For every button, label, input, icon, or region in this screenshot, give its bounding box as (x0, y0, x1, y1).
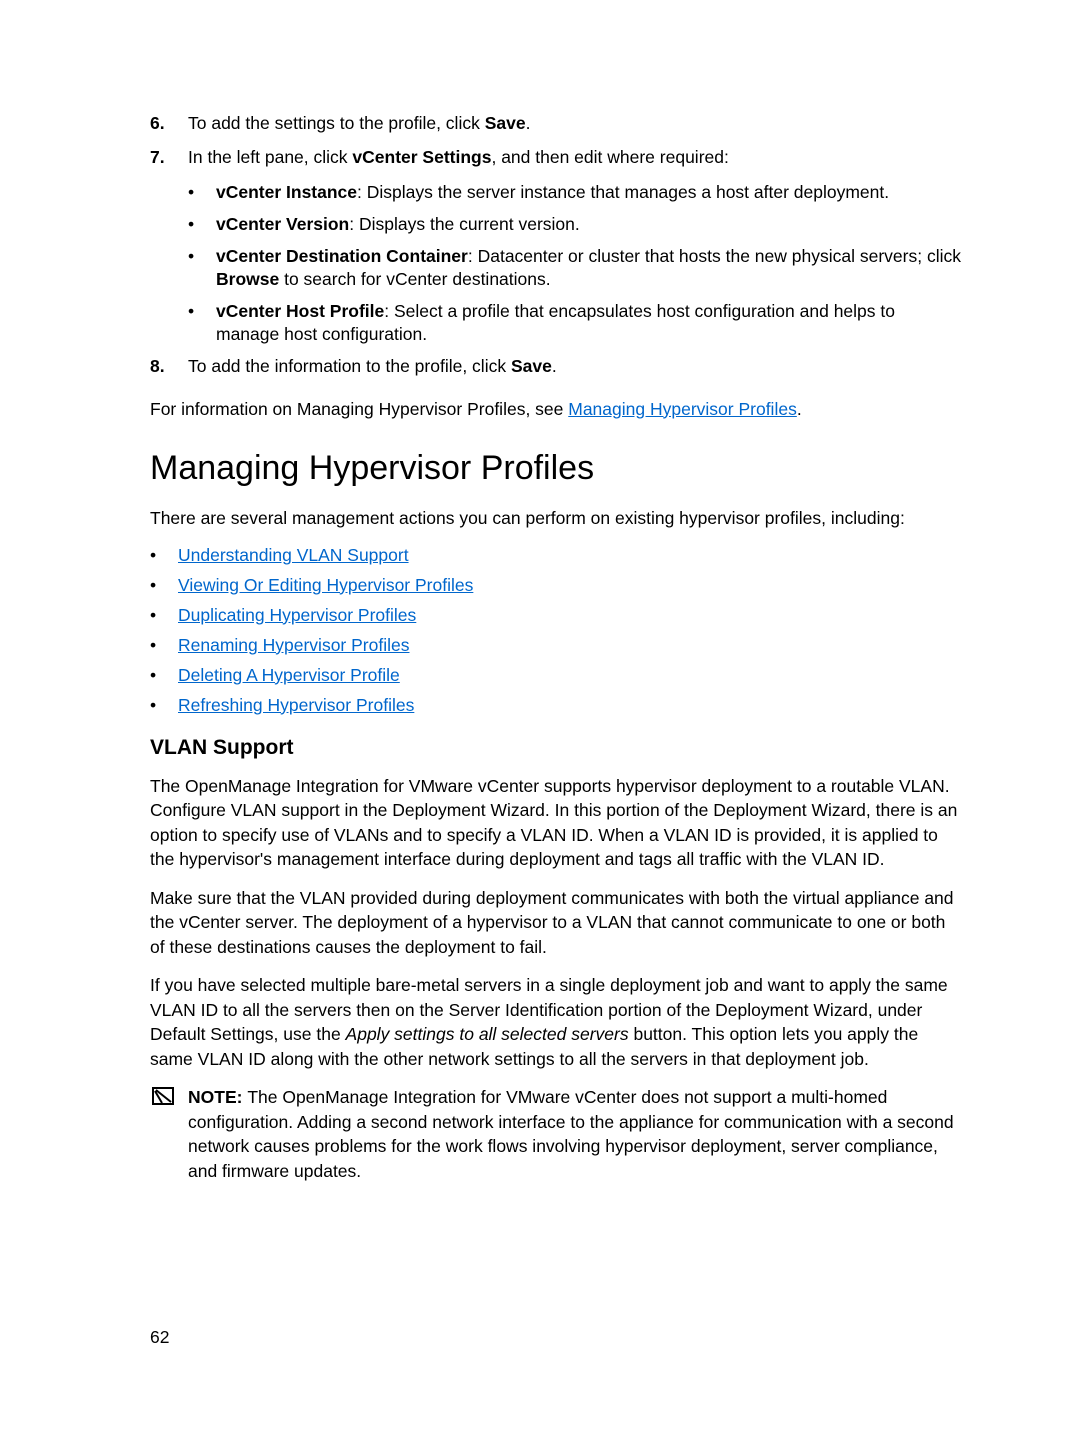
text: To add the information to the profile, c… (188, 356, 511, 376)
text: : Displays the server instance that mana… (357, 182, 889, 202)
text: . (797, 399, 802, 419)
list-item: •Duplicating Hypervisor Profiles (150, 605, 962, 626)
vlan-paragraph-3: If you have selected multiple bare-metal… (150, 973, 962, 1071)
page: 6. To add the settings to the profile, c… (0, 0, 1080, 1434)
note-body: The OpenManage Integration for VMware vC… (188, 1087, 954, 1181)
note-block: NOTE: The OpenManage Integration for VMw… (150, 1085, 962, 1183)
italic-text: Apply settings to all selected servers (346, 1024, 629, 1044)
page-number: 62 (150, 1327, 169, 1348)
step-number: 7. (150, 146, 188, 170)
heading-vlan-support: VLAN Support (150, 736, 962, 760)
step-text: To add the information to the profile, c… (188, 355, 962, 379)
link-deleting-hypervisor-profile[interactable]: Deleting A Hypervisor Profile (178, 665, 400, 686)
list-item: •Refreshing Hypervisor Profiles (150, 695, 962, 716)
label: vCenter Host Profile (216, 301, 384, 321)
sub-text: vCenter Instance: Displays the server in… (216, 181, 962, 205)
sub-item: • vCenter Host Profile: Select a profile… (188, 300, 962, 347)
text: : Displays the current version. (349, 214, 580, 234)
bullet-icon: • (150, 575, 178, 596)
list-item: •Viewing Or Editing Hypervisor Profiles (150, 575, 962, 596)
step-8: 8. To add the information to the profile… (150, 355, 962, 379)
intro-paragraph: There are several management actions you… (150, 506, 962, 531)
sub-item: • vCenter Instance: Displays the server … (188, 181, 962, 205)
bullet-icon: • (188, 245, 216, 292)
step-text: To add the settings to the profile, clic… (188, 112, 962, 136)
note-text: NOTE: The OpenManage Integration for VMw… (188, 1085, 962, 1183)
bullet-icon: • (188, 300, 216, 347)
text: . (552, 356, 557, 376)
bold-text: Save (511, 356, 552, 376)
sub-text: vCenter Host Profile: Select a profile t… (216, 300, 962, 347)
link-viewing-editing-hypervisor-profiles[interactable]: Viewing Or Editing Hypervisor Profiles (178, 575, 473, 596)
step-number: 8. (150, 355, 188, 379)
link-renaming-hypervisor-profiles[interactable]: Renaming Hypervisor Profiles (178, 635, 409, 656)
label: vCenter Instance (216, 182, 357, 202)
heading-managing-hypervisor-profiles: Managing Hypervisor Profiles (150, 449, 962, 488)
bold-text: vCenter Settings (352, 147, 491, 167)
note-label: NOTE: (188, 1087, 247, 1107)
bold-text: Browse (216, 269, 279, 289)
step-number: 6. (150, 112, 188, 136)
list-item: •Understanding VLAN Support (150, 545, 962, 566)
step-7-sublist: • vCenter Instance: Displays the server … (188, 181, 962, 347)
bullet-icon: • (150, 545, 178, 566)
sub-item: • vCenter Destination Container: Datacen… (188, 245, 962, 292)
bullet-icon: • (150, 665, 178, 686)
text: : Datacenter or cluster that hosts the n… (468, 246, 961, 266)
step-6: 6. To add the settings to the profile, c… (150, 112, 962, 136)
list-item: •Renaming Hypervisor Profiles (150, 635, 962, 656)
vlan-paragraph-2: Make sure that the VLAN provided during … (150, 886, 962, 960)
bullet-icon: • (188, 181, 216, 205)
note-icon (150, 1085, 188, 1183)
bold-text: Save (485, 113, 526, 133)
link-list: •Understanding VLAN Support •Viewing Or … (150, 545, 962, 716)
sub-item: • vCenter Version: Displays the current … (188, 213, 962, 237)
text: In the left pane, click (188, 147, 352, 167)
text: For information on Managing Hypervisor P… (150, 399, 568, 419)
bullet-icon: • (150, 635, 178, 656)
bullet-icon: • (150, 605, 178, 626)
label: vCenter Version (216, 214, 349, 234)
link-duplicating-hypervisor-profiles[interactable]: Duplicating Hypervisor Profiles (178, 605, 416, 626)
text: , and then edit where required: (491, 147, 728, 167)
bullet-icon: • (188, 213, 216, 237)
link-refreshing-hypervisor-profiles[interactable]: Refreshing Hypervisor Profiles (178, 695, 414, 716)
link-understanding-vlan-support[interactable]: Understanding VLAN Support (178, 545, 409, 566)
bullet-icon: • (150, 695, 178, 716)
text: To add the settings to the profile, clic… (188, 113, 485, 133)
text: . (526, 113, 531, 133)
list-item: •Deleting A Hypervisor Profile (150, 665, 962, 686)
label: vCenter Destination Container (216, 246, 468, 266)
link-managing-hypervisor-profiles[interactable]: Managing Hypervisor Profiles (568, 399, 797, 419)
sub-text: vCenter Destination Container: Datacente… (216, 245, 962, 292)
sub-text: vCenter Version: Displays the current ve… (216, 213, 962, 237)
step-7: 7. In the left pane, click vCenter Setti… (150, 146, 962, 170)
see-also-line: For information on Managing Hypervisor P… (150, 397, 962, 422)
text: to search for vCenter destinations. (279, 269, 550, 289)
step-text: In the left pane, click vCenter Settings… (188, 146, 962, 170)
vlan-paragraph-1: The OpenManage Integration for VMware vC… (150, 774, 962, 872)
